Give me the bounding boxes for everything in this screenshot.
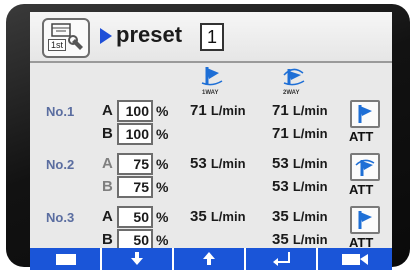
- row1-a-value-field[interactable]: 100: [117, 100, 153, 122]
- percent-label: %: [156, 209, 169, 225]
- 2way-valve-icon: [355, 159, 375, 176]
- enter-icon: [273, 252, 290, 266]
- row3-2way-flow-a: 35 L/min: [272, 208, 328, 225]
- softkey-enter[interactable]: [246, 248, 318, 270]
- 1way-valve-icon: [358, 105, 372, 123]
- row2-a-value-field[interactable]: 75: [117, 153, 153, 175]
- row1-b-value-field[interactable]: 100: [117, 123, 153, 145]
- softkey-camera[interactable]: [318, 248, 392, 270]
- row1-1way-flow: 71 L/min: [190, 102, 246, 119]
- softkey-return[interactable]: [30, 248, 102, 270]
- row3-att-button[interactable]: [350, 206, 380, 234]
- row2-2way-flow-b: 53 L/min: [272, 178, 328, 195]
- att-label: ATT: [349, 129, 374, 144]
- percent-label: %: [156, 179, 169, 195]
- row2-att-button[interactable]: [350, 153, 380, 181]
- arrow-up-icon: [203, 252, 215, 265]
- page-title: preset: [116, 22, 183, 47]
- preset-number-field[interactable]: 1: [200, 23, 224, 51]
- row3-a-value-field[interactable]: 50: [117, 206, 153, 228]
- return-icon: [56, 254, 76, 265]
- line-a-label: A: [102, 208, 113, 225]
- row2-2way-flow-a: 53 L/min: [272, 155, 328, 172]
- row1-2way-flow-b: 71 L/min: [272, 125, 328, 142]
- row-number: No.2: [46, 157, 75, 172]
- row-number: No.1: [46, 104, 75, 119]
- row1-2way-flow-a: 71 L/min: [272, 102, 328, 119]
- line-b-label: B: [102, 178, 113, 195]
- row3-1way-flow: 35 L/min: [190, 208, 246, 225]
- softkey-up[interactable]: [174, 248, 246, 270]
- header-bar: 1st preset 1: [30, 12, 392, 63]
- percent-label: %: [156, 156, 169, 172]
- row1-att-button[interactable]: [350, 100, 380, 128]
- line-a-label: A: [102, 102, 113, 119]
- 1way-valve-icon: [358, 211, 372, 229]
- softkey-down[interactable]: [102, 248, 174, 270]
- 2way-valve-icon: [283, 68, 305, 86]
- percent-label: %: [156, 232, 169, 248]
- row3-2way-flow-b: 35 L/min: [272, 231, 328, 248]
- arrow-down-icon: [131, 252, 143, 265]
- preset-menu-icon[interactable]: 1st: [42, 18, 90, 58]
- att-label: ATT: [349, 182, 374, 197]
- menu-icon-label: 1st: [48, 39, 67, 51]
- line-a-label: A: [102, 155, 113, 172]
- percent-label: %: [156, 103, 169, 119]
- row2-b-value-field[interactable]: 75: [117, 176, 153, 198]
- softkey-bar: [30, 248, 392, 270]
- 1way-valve-icon: [201, 67, 223, 86]
- display-screen: 1st preset 1 1WAY 2WAY No.1 A 100 % 71 L…: [30, 12, 392, 270]
- camera-icon: [342, 254, 368, 265]
- line-b-label: B: [102, 231, 113, 248]
- row2-1way-flow: 53 L/min: [190, 155, 246, 172]
- percent-label: %: [156, 126, 169, 142]
- 2way-column-label: 2WAY: [283, 90, 300, 96]
- 1way-column-label: 1WAY: [202, 90, 219, 96]
- title-arrow-icon: [100, 28, 112, 44]
- line-b-label: B: [102, 125, 113, 142]
- row-number: No.3: [46, 210, 75, 225]
